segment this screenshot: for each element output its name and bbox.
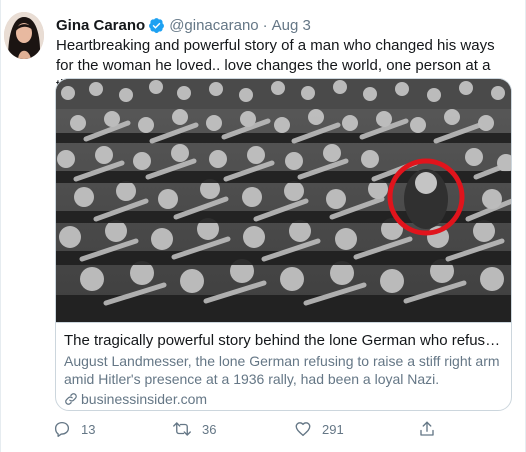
link-card[interactable]: The tragically powerful story behind the…	[55, 78, 512, 411]
author-handle[interactable]: @ginacarano	[169, 17, 258, 34]
reply-count: 13	[81, 421, 96, 437]
share-icon	[418, 420, 436, 438]
reply-icon	[53, 420, 71, 438]
retweet-count: 36	[202, 421, 217, 437]
retweet-button[interactable]: 36	[172, 420, 216, 438]
share-button[interactable]	[418, 420, 436, 438]
reply-button[interactable]: 13	[53, 420, 95, 438]
card-image[interactable]	[56, 79, 511, 322]
tweet[interactable]: Gina Carano @ginacarano · Aug 3 Heartbre…	[0, 0, 526, 452]
separator-dot: ·	[262, 16, 268, 34]
tweet-header: Gina Carano @ginacarano · Aug 3	[56, 15, 311, 35]
link-icon	[64, 392, 78, 406]
card-domain-text: businessinsider.com	[81, 391, 208, 407]
crowd-photo-icon	[56, 79, 511, 322]
card-description: August Landmesser, the lone German refus…	[64, 353, 500, 387]
heart-icon	[294, 420, 312, 438]
like-count: 291	[322, 421, 344, 437]
card-title[interactable]: The tragically powerful story behind the…	[64, 331, 502, 350]
author-name[interactable]: Gina Carano	[56, 17, 145, 34]
retweet-icon	[172, 420, 192, 438]
like-button[interactable]: 291	[294, 420, 344, 438]
card-body[interactable]: The tragically powerful story behind the…	[56, 322, 511, 410]
card-domain[interactable]: businessinsider.com	[64, 390, 502, 408]
tweet-date[interactable]: Aug 3	[272, 17, 311, 34]
avatar[interactable]	[4, 12, 44, 59]
verified-badge-icon	[148, 17, 165, 34]
